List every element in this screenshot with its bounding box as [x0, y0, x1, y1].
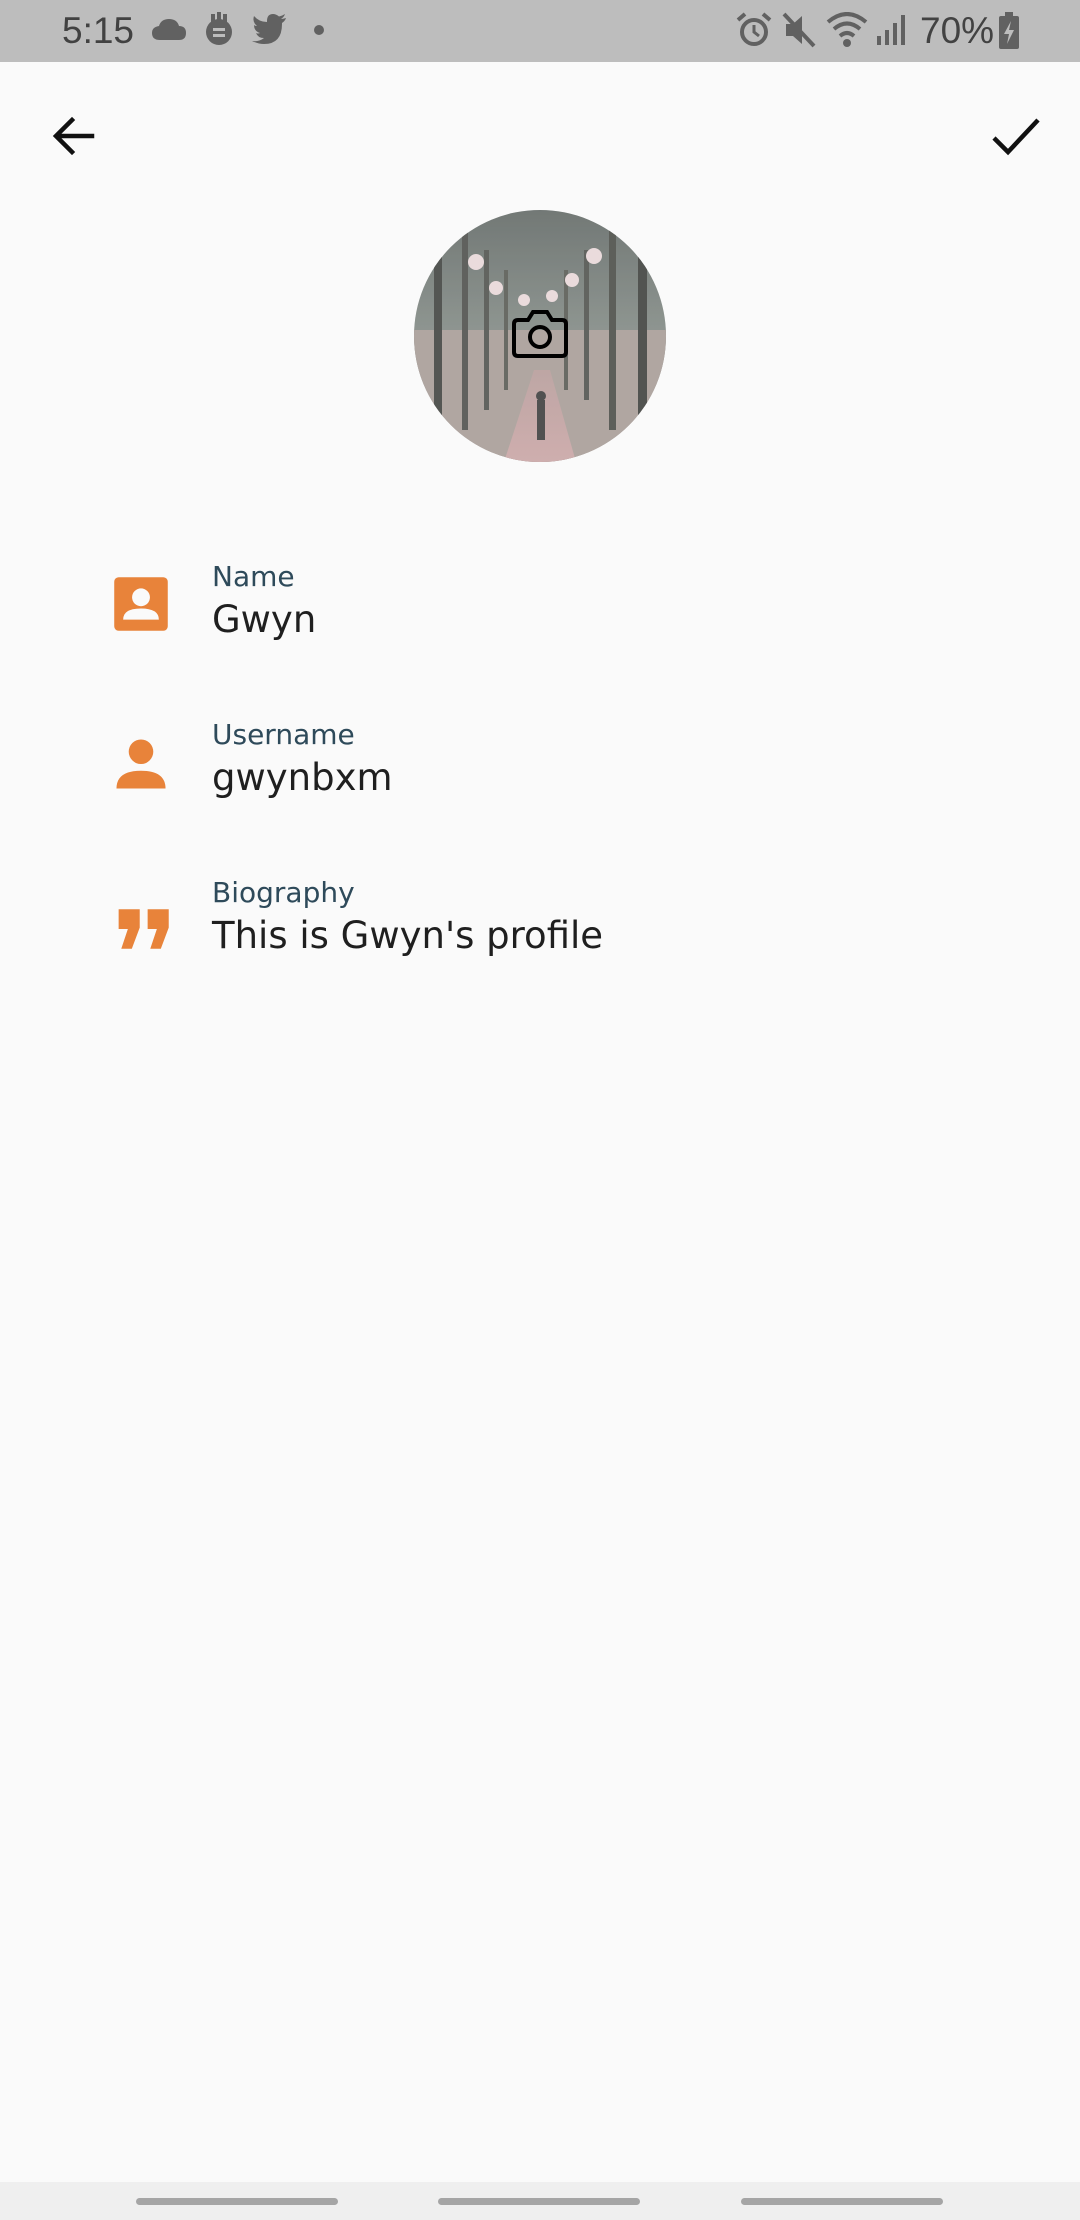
back-button[interactable] — [26, 88, 122, 184]
username-value[interactable]: gwynbxm — [212, 756, 393, 799]
contact-card-icon — [114, 577, 168, 631]
nav-back-button[interactable] — [741, 2198, 943, 2205]
battery-icon — [999, 12, 1019, 49]
status-bar: 5:15 70% — [0, 0, 1080, 62]
person-icon — [116, 739, 166, 789]
profile-photo[interactable] — [414, 210, 666, 462]
signal-icon — [877, 15, 905, 45]
quote-icon — [118, 909, 169, 949]
username-label: Username — [212, 718, 355, 751]
camera-icon — [512, 310, 568, 358]
battery-percent: 70% — [920, 10, 995, 51]
biography-label: Biography — [212, 876, 355, 909]
arrow-left-icon — [52, 116, 95, 156]
alarm-icon — [736, 12, 772, 46]
name-value[interactable]: Gwyn — [212, 598, 316, 641]
twitter-icon — [252, 14, 286, 44]
dot-icon — [314, 25, 324, 35]
check-icon — [992, 118, 1040, 156]
nav-recents-button[interactable] — [136, 2198, 338, 2205]
biography-value[interactable]: This is Gwyn's profile — [212, 914, 603, 957]
mute-icon — [782, 12, 816, 48]
system-nav-bar — [0, 2182, 1080, 2220]
save-button[interactable] — [968, 88, 1064, 184]
wifi-icon — [826, 12, 868, 47]
status-time: 5:15 — [62, 10, 135, 51]
name-label: Name — [212, 560, 295, 593]
cloud-icon — [152, 19, 186, 40]
app-icon — [206, 12, 232, 45]
nav-home-button[interactable] — [438, 2198, 640, 2205]
